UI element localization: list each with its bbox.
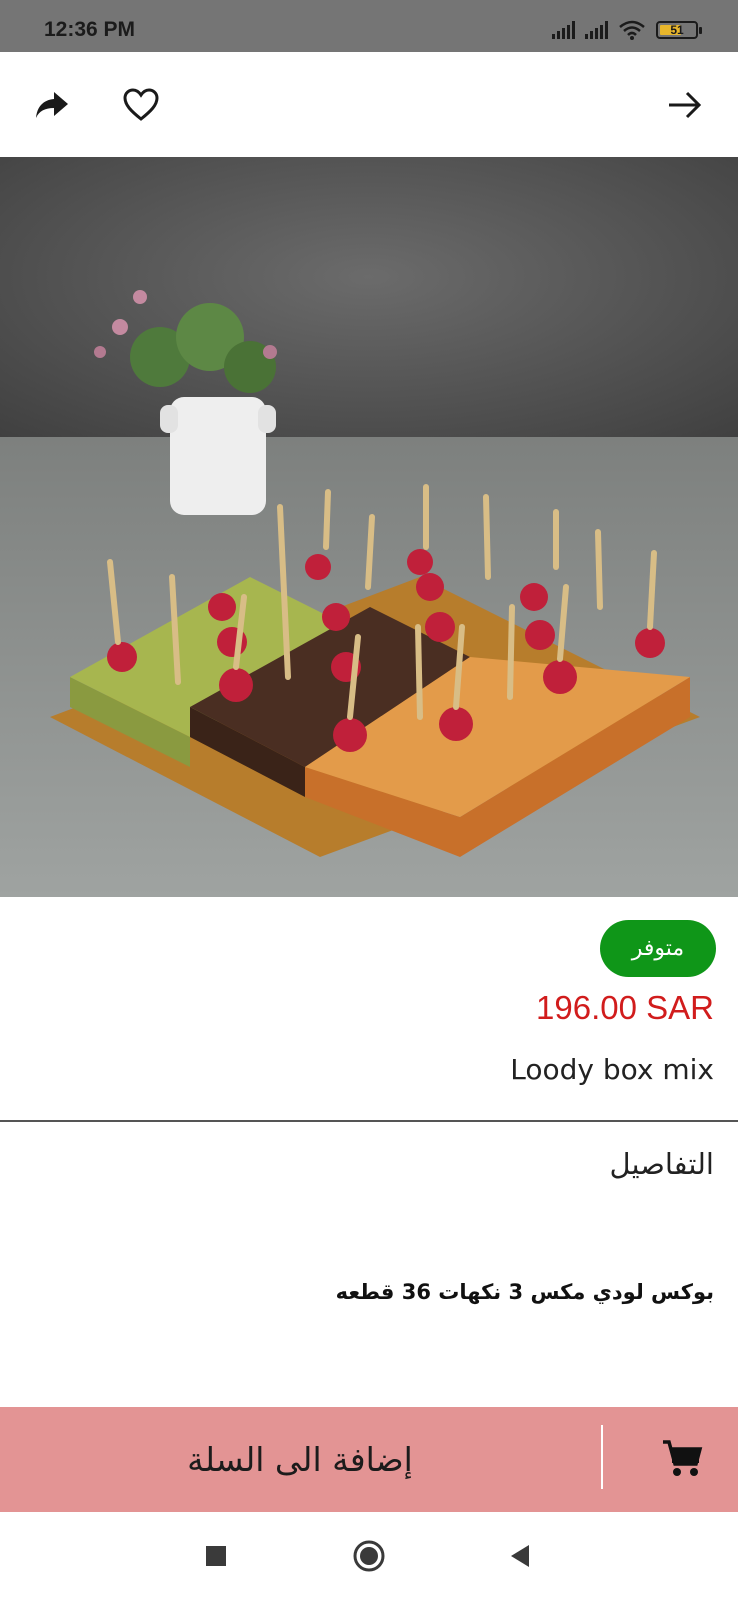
details-text: بوكس لودي مكس 3 نكهات 36 قطعه bbox=[335, 1280, 714, 1304]
product-price: 196.00 SAR bbox=[536, 989, 714, 1026]
wifi-icon bbox=[619, 20, 645, 40]
recents-button[interactable] bbox=[194, 1534, 238, 1578]
system-nav-bar bbox=[0, 1512, 738, 1600]
heart-outline-icon bbox=[123, 88, 159, 121]
arrow-right-icon bbox=[669, 91, 702, 119]
battery-icon: 51 bbox=[656, 21, 702, 39]
product-image bbox=[0, 157, 738, 897]
back-nav-button[interactable] bbox=[498, 1534, 542, 1578]
triangle-back-icon bbox=[511, 1545, 529, 1567]
favorite-button[interactable] bbox=[113, 77, 169, 133]
app-bar bbox=[0, 52, 738, 157]
product-name: Loody box mix bbox=[510, 1053, 714, 1086]
cart-separator bbox=[601, 1425, 603, 1489]
availability-badge: متوفر bbox=[600, 920, 716, 977]
add-to-cart-label: إضافة الى السلة bbox=[187, 1440, 413, 1479]
share-button[interactable] bbox=[24, 77, 80, 133]
product-photo bbox=[0, 157, 738, 897]
back-button[interactable] bbox=[657, 77, 713, 133]
status-bar: 12:36 PM 51 bbox=[0, 0, 738, 52]
divider bbox=[0, 1120, 738, 1122]
share-icon bbox=[36, 92, 68, 118]
signal-icon bbox=[585, 21, 608, 39]
status-time: 12:36 PM bbox=[44, 18, 136, 41]
signal-icon bbox=[552, 21, 575, 39]
circle-icon bbox=[353, 1540, 385, 1572]
cart-icon bbox=[663, 1440, 703, 1476]
battery-level: 51 bbox=[670, 23, 684, 37]
home-button[interactable] bbox=[347, 1534, 391, 1578]
add-to-cart-button[interactable]: إضافة الى السلة bbox=[0, 1407, 738, 1512]
square-icon bbox=[206, 1546, 226, 1566]
status-icons: 51 bbox=[552, 20, 702, 40]
details-title: التفاصيل bbox=[609, 1147, 715, 1181]
